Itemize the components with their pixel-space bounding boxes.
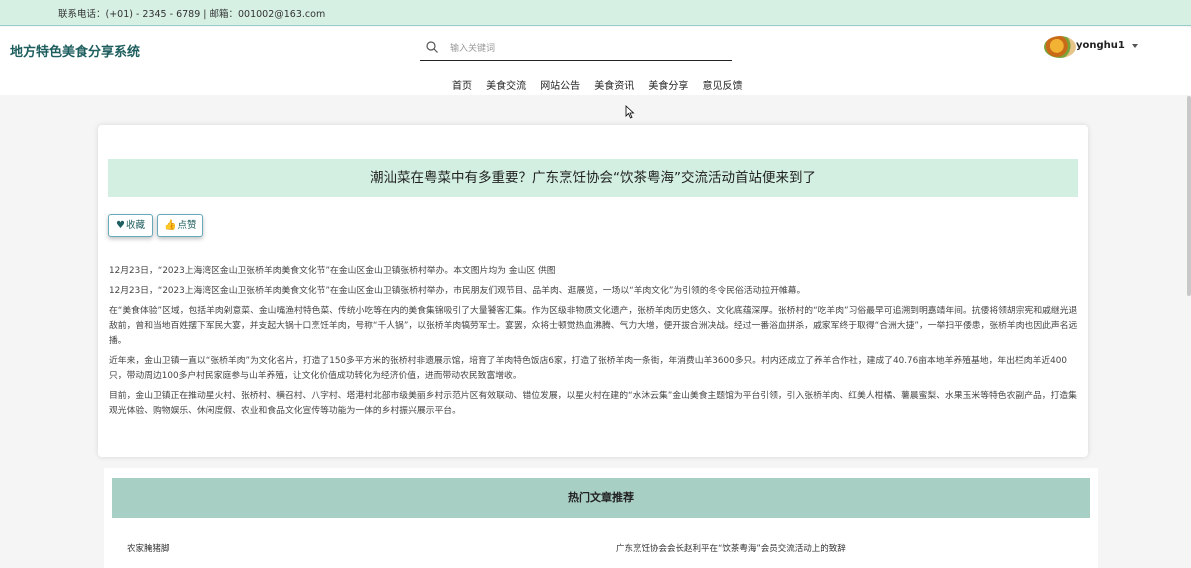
nav-item-food-share[interactable]: 美食分享 bbox=[648, 77, 688, 92]
search-icon[interactable] bbox=[425, 40, 439, 54]
search-box bbox=[420, 37, 732, 61]
contact-bar: 联系电话：(+01) - 2345 - 6789 | 邮箱：001002@163… bbox=[0, 0, 1191, 26]
hot-articles-panel: 热门文章推荐 农家腌猪脚 广东烹饪协会会长赵利平在“饮茶粤海”会员交流活动上的致… bbox=[104, 468, 1098, 568]
avatar[interactable] bbox=[1044, 36, 1076, 58]
article-paragraph: 近年来，金山卫镇一直以“张桥羊肉”为文化名片，打造了150多平方米的张桥村非遗展… bbox=[109, 356, 1067, 381]
favorite-label: 收藏 bbox=[125, 220, 145, 231]
article-paragraph: 12月23日，“2023上海湾区金山卫张桥羊肉美食文化节”在金山区金山卫镇张桥村… bbox=[109, 266, 556, 276]
nav-item-food-exchange[interactable]: 美食交流 bbox=[486, 77, 526, 92]
article-paragraph: 目前，金山卫镇正在推动星火村、张桥村、横召村、八字村、塔港村北部市级美丽乡村示范… bbox=[109, 391, 1077, 416]
hot-articles-heading: 热门文章推荐 bbox=[568, 491, 634, 504]
search-input[interactable] bbox=[450, 41, 720, 57]
page-scrollbar[interactable] bbox=[1187, 96, 1191, 296]
article-content: 12月23日，“2023上海湾区金山卫张桥羊肉美食文化节”在金山区金山卫镇张桥村… bbox=[109, 264, 1079, 424]
heart-icon: ♥ bbox=[116, 220, 125, 231]
like-label: 点赞 bbox=[177, 220, 197, 231]
hot-articles-header: 热门文章推荐 bbox=[112, 478, 1090, 518]
main-nav: 首页 美食交流 网站公告 美食资讯 美食分享 意见反馈 bbox=[452, 74, 751, 92]
article-paragraph: 12月23日，“2023上海湾区金山卫张桥羊肉美食文化节”在金山区金山卫镇张桥村… bbox=[109, 286, 806, 296]
article-title-bar: 潮汕菜在粤菜中有多重要？广东烹饪协会“饮茶粤海”交流活动首站便来到了 bbox=[108, 159, 1078, 197]
article-title: 潮汕菜在粤菜中有多重要？广东烹饪协会“饮茶粤海”交流活动首站便来到了 bbox=[370, 170, 816, 186]
article-card: 潮汕菜在粤菜中有多重要？广东烹饪协会“饮茶粤海”交流活动首站便来到了 ♥收藏 👍… bbox=[98, 125, 1088, 457]
favorite-button[interactable]: ♥收藏 bbox=[108, 214, 153, 237]
thumbs-up-icon: 👍 bbox=[164, 220, 177, 231]
nav-item-home[interactable]: 首页 bbox=[452, 77, 472, 92]
hot-article-link[interactable]: 广东烹饪协会会长赵利平在“饮茶粤海”会员交流活动上的致辞 bbox=[616, 542, 846, 554]
site-header: 地方特色美食分享系统 yonghu1 首页 美食交流 网站公告 美食资讯 美食分… bbox=[0, 27, 1191, 95]
nav-item-feedback[interactable]: 意见反馈 bbox=[702, 77, 742, 92]
mouse-cursor-icon bbox=[625, 105, 635, 119]
contact-info: 联系电话：(+01) - 2345 - 6789 | 邮箱：001002@163… bbox=[58, 9, 326, 20]
site-logo[interactable]: 地方特色美食分享系统 bbox=[10, 41, 140, 60]
like-button[interactable]: 👍点赞 bbox=[157, 214, 203, 237]
article-paragraph: 在“美食体验”区域，包括羊肉剁意菜、金山嘴渔村特色菜、传统小吃等在内的美食集锦吸… bbox=[109, 306, 1078, 346]
nav-item-announcements[interactable]: 网站公告 bbox=[540, 77, 580, 92]
nav-item-food-news[interactable]: 美食资讯 bbox=[594, 77, 634, 92]
caret-down-icon[interactable] bbox=[1132, 44, 1138, 48]
username[interactable]: yonghu1 bbox=[1076, 40, 1125, 51]
hot-article-link[interactable]: 农家腌猪脚 bbox=[127, 542, 170, 554]
